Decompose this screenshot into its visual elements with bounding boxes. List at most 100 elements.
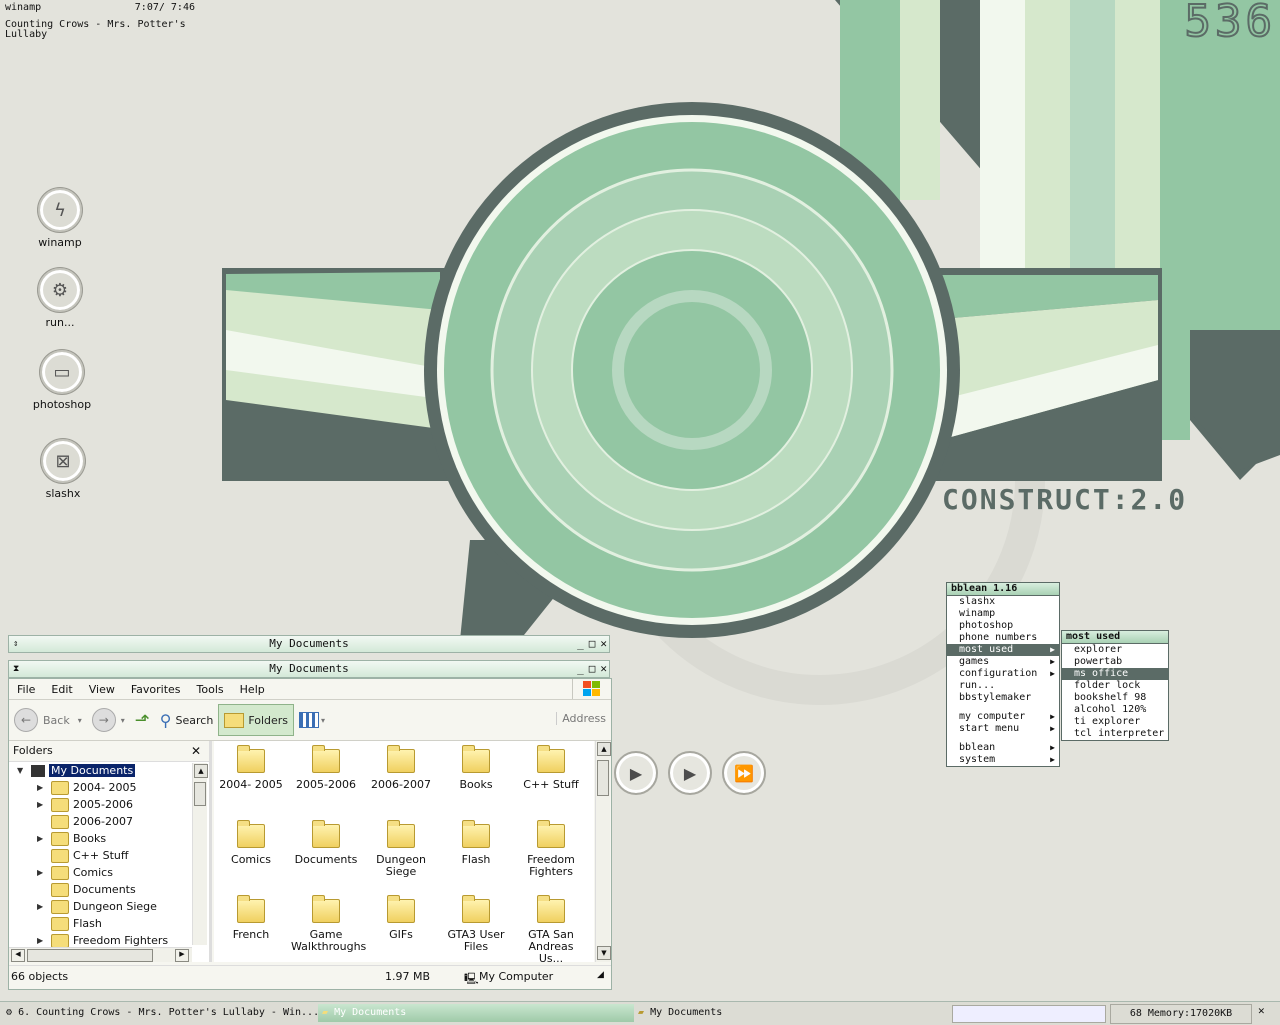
menu-item-winamp[interactable]: winamp (947, 608, 1059, 620)
scroll-thumb[interactable] (597, 760, 609, 796)
file-item[interactable]: 2006-2007 (366, 745, 436, 791)
close-button[interactable]: ✕ (600, 661, 607, 677)
expand-icon[interactable]: ▶ (37, 864, 43, 881)
file-item[interactable]: Books (441, 745, 511, 791)
expanded-icon[interactable]: ▼ (17, 762, 23, 779)
file-item[interactable]: 2005-2006 (291, 745, 361, 791)
menu-item-games[interactable]: games ▶ (947, 656, 1059, 668)
minimize-button[interactable]: _ (577, 636, 584, 652)
menu-item-slashx[interactable]: slashx (947, 596, 1059, 608)
desktop-icon-slashx[interactable]: ⊠ slashx (23, 439, 103, 500)
tree-item[interactable]: ▶ 2005-2006 (9, 796, 209, 813)
play-button-2[interactable]: ▶ (668, 751, 712, 795)
menu-item-start-menu[interactable]: start menu ▶ (947, 723, 1059, 735)
menu-edit[interactable]: Edit (43, 683, 80, 696)
window-menu-icon[interactable]: ⧗ (13, 661, 19, 677)
file-item[interactable]: 2004- 2005 (216, 745, 286, 791)
menu-item-most-used[interactable]: most used ▶ (947, 644, 1059, 656)
up-folder-button[interactable]: ⬏ (130, 710, 155, 731)
menu-item-my-computer[interactable]: my computer ▶ (947, 711, 1059, 723)
submenu-item-explorer[interactable]: explorer (1062, 644, 1168, 656)
folder-icon (387, 820, 415, 848)
submenu-item-ms-office[interactable]: ms office (1062, 668, 1168, 680)
menu-item-configuration[interactable]: configuration ▶ (947, 668, 1059, 680)
explorer-titlebar[interactable]: ⧗ My Documents _ □ ✕ (8, 660, 610, 678)
menu-favorites[interactable]: Favorites (123, 683, 189, 696)
task-my-documents[interactable]: ▰ My Documents (634, 1004, 950, 1022)
tree-item[interactable]: C++ Stuff (9, 847, 209, 864)
scroll-up-button[interactable]: ▲ (194, 764, 208, 778)
tree-item[interactable]: Documents (9, 881, 209, 898)
desktop-icon-run[interactable]: ⚙ run... (20, 268, 100, 329)
file-list-scrollbar[interactable]: ▲ ▼ (595, 741, 611, 962)
hscroll-thumb[interactable] (27, 949, 153, 962)
window-menu-icon[interactable]: ⇕ (13, 636, 18, 652)
task-my-documents-active[interactable]: ▰ My Documents (318, 1004, 634, 1022)
search-button[interactable]: ⚲ Search (155, 711, 219, 730)
maximize-button[interactable]: □ (589, 636, 596, 652)
expand-icon[interactable]: ▶ (37, 779, 43, 796)
submenu-item-powertab[interactable]: powertab (1062, 656, 1168, 668)
file-item[interactable]: Flash (441, 820, 511, 866)
file-item[interactable]: Dungeon Siege (366, 820, 436, 878)
desktop-icon-photoshop[interactable]: ▭ photoshop (22, 350, 102, 411)
scroll-left-button[interactable]: ◀ (11, 949, 25, 962)
tree-item[interactable]: ▶ Books (9, 830, 209, 847)
expand-icon[interactable]: ▶ (37, 796, 43, 813)
play-button[interactable]: ▶ (614, 751, 658, 795)
tree-root[interactable]: ▼ My Documents (9, 762, 209, 779)
menu-item-bblean[interactable]: bblean ▶ (947, 742, 1059, 754)
scroll-thumb[interactable] (194, 782, 206, 806)
views-button[interactable]: ▾ (294, 712, 330, 728)
file-item[interactable]: Game Walkthroughs (291, 895, 366, 953)
back-button[interactable]: ← Back ▾ (9, 708, 87, 732)
file-item[interactable]: Documents (291, 820, 361, 866)
file-item[interactable]: GTA San Andreas Us... (516, 895, 586, 962)
submenu-item-alcohol[interactable]: alcohol 120% (1062, 704, 1168, 716)
tree-hscrollbar[interactable]: ◀ ▶ (9, 947, 192, 962)
shaded-window-titlebar[interactable]: ⇕ My Documents _ □ ✕ (8, 635, 610, 653)
file-item[interactable]: GIFs (366, 895, 436, 941)
minimize-button[interactable]: _ (577, 661, 584, 677)
folders-button[interactable]: Folders (218, 704, 295, 736)
task-winamp[interactable]: ⚙ 6. Counting Crows - Mrs. Potter's Lull… (2, 1004, 318, 1022)
submenu-item-bookshelf[interactable]: bookshelf 98 (1062, 692, 1168, 704)
menu-help[interactable]: Help (232, 683, 273, 696)
file-item[interactable]: French (216, 895, 286, 941)
scroll-right-button[interactable]: ▶ (175, 949, 189, 962)
tree-item[interactable]: ▶ 2004- 2005 (9, 779, 209, 796)
maximize-button[interactable]: □ (589, 661, 596, 677)
close-icon[interactable]: ✕ (1258, 1004, 1265, 1017)
tree-item[interactable]: ▶ Comics (9, 864, 209, 881)
submenu-item-folder-lock[interactable]: folder lock (1062, 680, 1168, 692)
menu-file[interactable]: File (9, 683, 43, 696)
file-item[interactable]: Freedom Fighters (516, 820, 586, 878)
file-item[interactable]: C++ Stuff (516, 745, 586, 791)
close-button[interactable]: ✕ (600, 636, 607, 652)
menu-item-bbstylemaker[interactable]: bbstylemaker (947, 692, 1059, 704)
folder-icon (387, 745, 415, 773)
file-item[interactable]: Comics (216, 820, 286, 866)
tree-item[interactable]: 2006-2007 (9, 813, 209, 830)
tree-item[interactable]: ▶ Dungeon Siege (9, 898, 209, 915)
resize-grip-icon[interactable]: ◢ (597, 970, 604, 980)
tree-scrollbar[interactable]: ▲ (192, 763, 208, 945)
desktop-icon-winamp[interactable]: ϟ winamp (20, 188, 100, 249)
expand-icon[interactable]: ▶ (37, 898, 43, 915)
tree-item[interactable]: Flash (9, 915, 209, 932)
scroll-down-button[interactable]: ▼ (597, 946, 611, 960)
submenu-item-tcl-interpreter[interactable]: tcl interpreter (1062, 728, 1168, 740)
submenu-item-ti-explorer[interactable]: ti explorer (1062, 716, 1168, 728)
menu-tools[interactable]: Tools (189, 683, 232, 696)
forward-button[interactable]: → ▾ (87, 708, 130, 732)
file-item[interactable]: GTA3 User Files (441, 895, 511, 953)
expand-icon[interactable]: ▶ (37, 830, 43, 847)
scroll-up-button[interactable]: ▲ (597, 742, 611, 756)
menu-item-photoshop[interactable]: photoshop (947, 620, 1059, 632)
fast-forward-button[interactable]: ⏩ (722, 751, 766, 795)
close-icon[interactable]: ✕ (191, 741, 201, 761)
menu-item-system[interactable]: system ▶ (947, 754, 1059, 766)
menu-item-run[interactable]: run... (947, 680, 1059, 692)
menu-item-phone-numbers[interactable]: phone numbers (947, 632, 1059, 644)
menu-view[interactable]: View (81, 683, 123, 696)
